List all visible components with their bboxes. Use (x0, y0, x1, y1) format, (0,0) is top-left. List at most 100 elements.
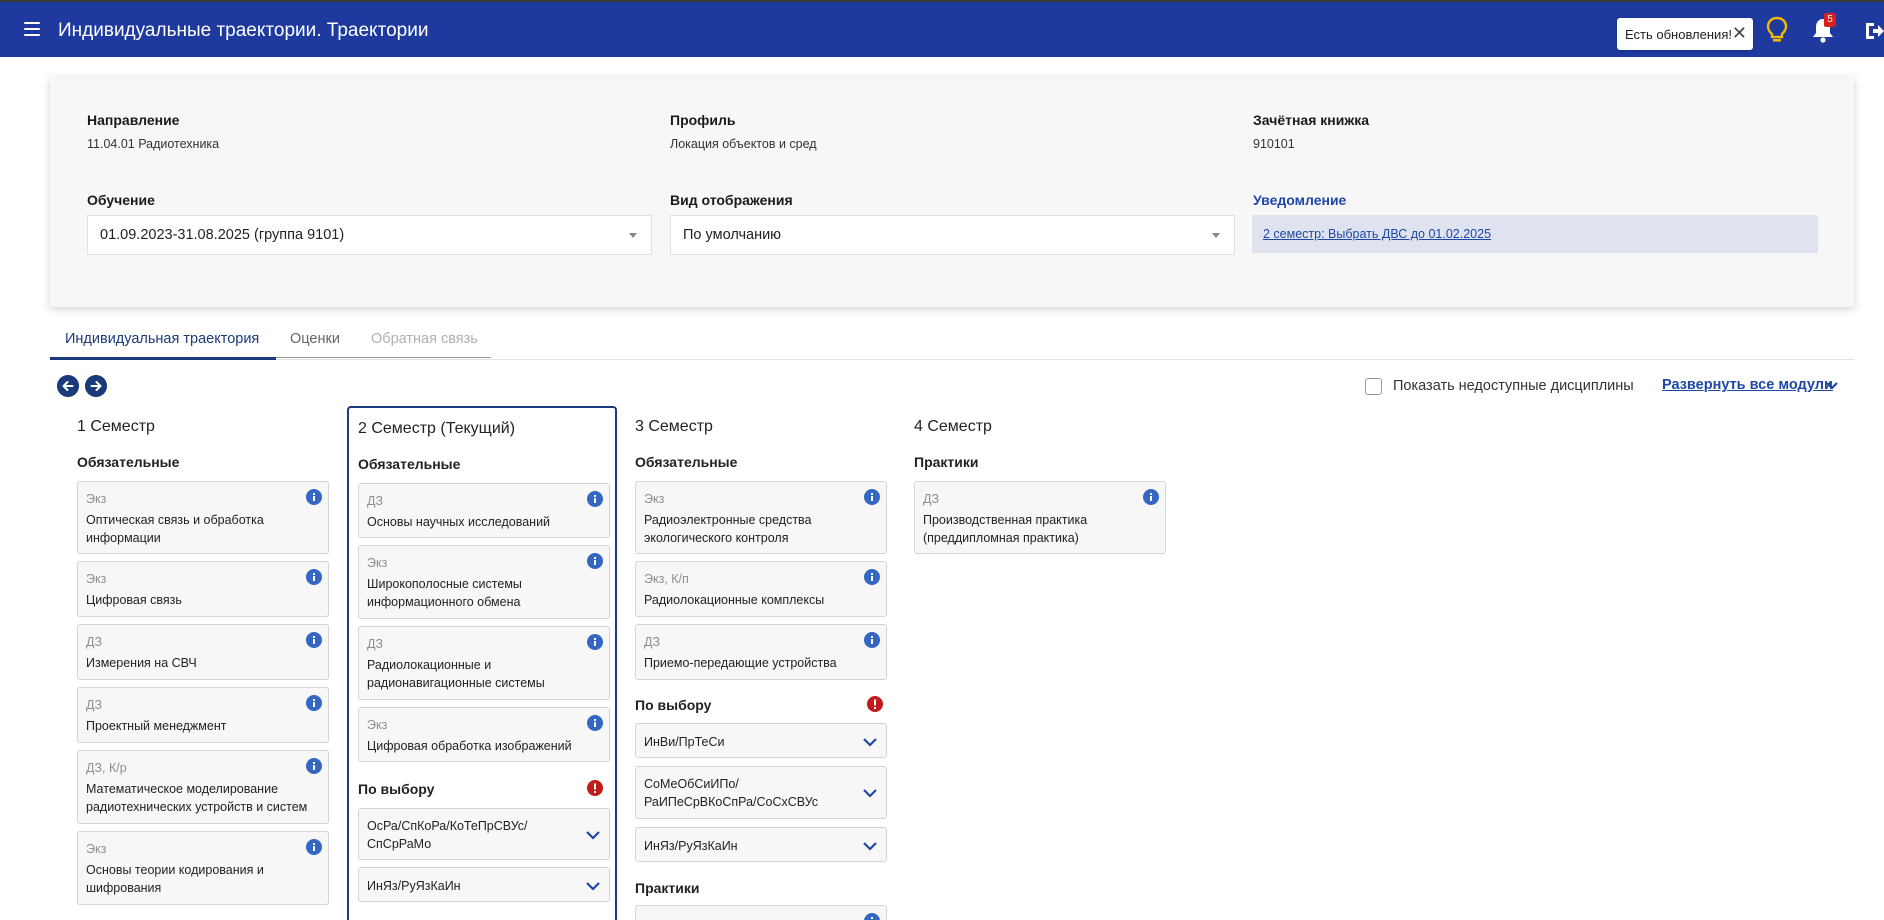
practice-group-label: Практики (914, 454, 979, 470)
top-bar: Индивидуальные траектории. Траектории Ес… (0, 0, 1884, 57)
updates-notice-label: Есть обновления! (1625, 26, 1732, 42)
course-name: Производственная практика (преддипломная… (923, 513, 1088, 545)
course-name: Радиоэлектронные средства экологического… (644, 513, 812, 545)
chevron-down-icon (629, 233, 637, 238)
semester-title: 4 Семестр (914, 418, 992, 435)
view-mode-select[interactable]: По умолчанию (670, 215, 1235, 255)
course-name: Основы теории кодирования и шифрования (86, 863, 264, 895)
chevron-down-icon (1212, 233, 1220, 238)
course-card[interactable]: Экз Цифровая связь (77, 561, 329, 617)
warning-icon (587, 780, 603, 796)
course-name: Проектный менеджмент (86, 719, 227, 733)
semester-title: 2 Семестр (Текущий) (358, 420, 516, 437)
chevron-down-icon[interactable] (1826, 381, 1838, 391)
show-unavailable-label: Показать недоступные дисциплины (1393, 378, 1634, 394)
info-icon[interactable] (306, 695, 322, 711)
info-icon[interactable] (587, 491, 603, 507)
course-card[interactable]: ДЗ, К/р Математическое моделирование рад… (77, 750, 329, 824)
logout-icon[interactable] (1864, 20, 1884, 42)
tab-divider (276, 357, 491, 358)
course-name: Радиолокационные и радионавигационные си… (367, 658, 545, 690)
course-card[interactable]: Экз, К/п Радиолокационные комплексы (635, 561, 887, 617)
chevron-down-icon (863, 842, 877, 851)
course-name: Цифровая обработка изображений (367, 739, 572, 753)
show-unavailable-checkbox[interactable] (1365, 378, 1382, 395)
required-group-label: Обязательные (358, 456, 461, 472)
course-type: Экз (86, 842, 107, 856)
tab-bar: Индивидуальная траектория Оценки Обратна… (50, 324, 1854, 360)
elective-select[interactable]: СоМеОбСиИПо/РаИПеСрВКоСпРа/СоСхСВУс (635, 766, 887, 819)
course-card[interactable]: ДЗ Приемо-передающие устройства (635, 624, 887, 680)
elective-name: СоМеОбСиИПо/РаИПеСрВКоСпРа/СоСхСВУс (644, 777, 819, 809)
info-icon[interactable] (864, 632, 880, 648)
elective-select[interactable]: ОсРа/СпКоРа/КоТеПрСВУс/СпСрРаМо (358, 808, 610, 860)
view-mode-label: Вид отображения (670, 192, 793, 208)
updates-notice[interactable]: Есть обновления! ✕ (1617, 18, 1753, 50)
course-name: Радиолокационные комплексы (644, 593, 825, 607)
course-card[interactable]: Экз Радиоэлектронные средства экологичес… (635, 481, 887, 554)
info-icon[interactable] (587, 715, 603, 731)
elective-select[interactable]: ИнЯз/РуЯзКаИн (635, 827, 887, 862)
course-card[interactable]: ДЗ Производственная практика (преддиплом… (914, 481, 1166, 554)
study-period-select[interactable]: 01.09.2023-31.08.2025 (группа 9101) (87, 215, 652, 255)
course-card[interactable]: ДЗ Проектный менеджмент (77, 687, 329, 743)
course-type: ДЗ, К/р (86, 761, 127, 775)
elective-select[interactable]: ИнВи/ПрТеСи (635, 723, 887, 758)
info-icon[interactable] (864, 489, 880, 505)
elective-name: ИнЯз/РуЯзКаИн (367, 879, 461, 893)
tab-individual-trajectory[interactable]: Индивидуальная траектория (65, 331, 259, 357)
course-type: Экз (367, 718, 388, 732)
semester-title: 1 Семестр (77, 418, 155, 435)
notice-link[interactable]: 2 семестр: Выбрать ДВС до 01.02.2025 (1263, 227, 1491, 241)
chevron-down-icon (586, 882, 600, 891)
info-icon[interactable] (306, 489, 322, 505)
semester-title: 3 Семестр (635, 418, 713, 435)
info-icon[interactable] (306, 569, 322, 585)
info-icon[interactable] (306, 632, 322, 648)
course-type: Экз, К/п (644, 572, 689, 586)
course-type: ДЗ (367, 494, 384, 508)
course-card[interactable]: ДЗ Основы научных исследований (358, 483, 610, 538)
course-card[interactable]: Экз Цифровая обработка изображений (358, 707, 610, 762)
info-icon[interactable] (306, 758, 322, 774)
info-card (50, 77, 1854, 307)
course-name: Оптическая связь и обработка информации (86, 513, 264, 545)
course-card[interactable]: ДЗ Радиолокационные и радионавигационные… (358, 626, 610, 700)
course-card[interactable]: Экз Основы теории кодирования и шифрован… (77, 831, 329, 905)
course-type: Экз (86, 492, 107, 506)
elective-name: ИнВи/ПрТеСи (644, 735, 725, 749)
gradebook-label: Зачётная книжка (1253, 112, 1370, 128)
info-icon[interactable] (1143, 489, 1159, 505)
course-card[interactable]: Экз Широкополосные системы информационно… (358, 545, 610, 619)
course-card[interactable]: Экз Оптическая связь и обработка информа… (77, 481, 329, 554)
tab-grades[interactable]: Оценки (290, 331, 340, 357)
info-icon[interactable] (864, 913, 880, 920)
course-type: ДЗ (367, 637, 384, 651)
arrow-right-icon[interactable] (85, 375, 107, 397)
course-name: Цифровая связь (86, 593, 182, 607)
course-card[interactable] (635, 905, 887, 920)
course-type: ДЗ (86, 698, 103, 712)
view-mode-value: По умолчанию (683, 227, 782, 243)
expand-all-link[interactable]: Развернуть все модули (1662, 377, 1833, 393)
elective-group-label: По выбору (635, 697, 712, 713)
study-period-value: 01.09.2023-31.08.2025 (группа 9101) (100, 227, 345, 243)
course-card[interactable]: ДЗ Измерения на СВЧ (77, 624, 329, 680)
chevron-down-icon (863, 738, 877, 747)
info-icon[interactable] (864, 569, 880, 585)
close-icon[interactable]: ✕ (1732, 23, 1747, 43)
elective-name: ОсРа/СпКоРа/КоТеПрСВУс/СпСрРаМо (367, 819, 528, 851)
course-type: ДЗ (86, 635, 103, 649)
course-name: Измерения на СВЧ (86, 656, 197, 670)
menu-icon[interactable] (24, 22, 40, 36)
info-icon[interactable] (587, 634, 603, 650)
lightbulb-icon[interactable] (1766, 16, 1788, 44)
gradebook-value: 910101 (1253, 137, 1295, 151)
notice-label: Уведомление (1253, 192, 1347, 208)
elective-select[interactable]: ИнЯз/РуЯзКаИн (358, 867, 610, 902)
info-icon[interactable] (306, 839, 322, 855)
chevron-down-icon (863, 789, 877, 798)
arrow-left-icon[interactable] (57, 375, 79, 397)
info-icon[interactable] (587, 553, 603, 569)
tab-feedback[interactable]: Обратная связь (371, 331, 478, 357)
